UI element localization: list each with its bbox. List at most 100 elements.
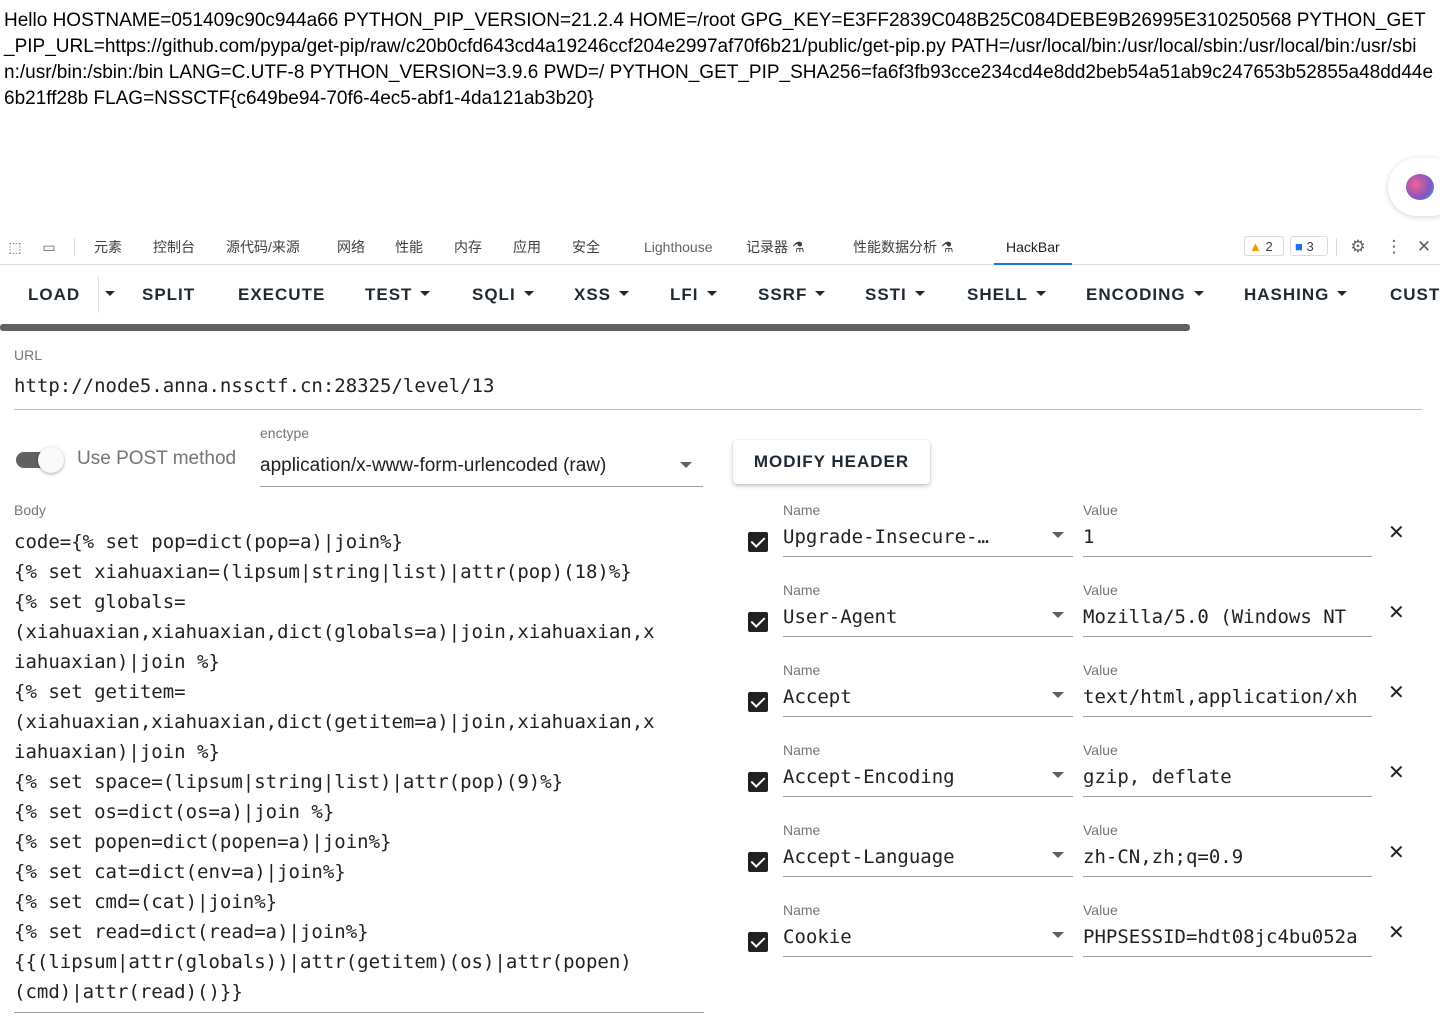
chevron-down-icon[interactable] bbox=[1052, 692, 1064, 698]
more-vertical-icon[interactable]: ⋮ bbox=[1385, 238, 1403, 256]
remove-header-icon[interactable]: ✕ bbox=[1388, 760, 1405, 785]
url-input[interactable]: http://node5.anna.nssctf.cn:28325/level/… bbox=[14, 375, 494, 397]
tab-recorder-label: 记录器 bbox=[746, 239, 788, 255]
remove-header-icon[interactable]: ✕ bbox=[1388, 920, 1405, 945]
header-value-input[interactable]: Mozilla/5.0 (Windows NT bbox=[1083, 606, 1372, 628]
header-name-underline bbox=[783, 796, 1073, 797]
chevron-down-icon bbox=[1035, 291, 1046, 297]
inspect-icon[interactable]: ⬚ bbox=[6, 238, 24, 256]
body-underline bbox=[14, 1012, 704, 1013]
close-icon[interactable]: ✕ bbox=[1415, 238, 1433, 256]
lfi-menu[interactable]: LFI bbox=[670, 285, 717, 305]
header-value-input[interactable]: text/html,application/xh bbox=[1083, 686, 1372, 708]
header-name-input[interactable]: Upgrade-Insecure-… bbox=[783, 526, 1013, 548]
device-toolbar-icon[interactable]: ▭ bbox=[40, 238, 58, 256]
header-name-label: Name bbox=[783, 582, 821, 598]
header-enabled-checkbox[interactable] bbox=[748, 932, 768, 952]
header-enabled-checkbox[interactable] bbox=[748, 852, 768, 872]
sqli-menu[interactable]: SQLI bbox=[472, 285, 534, 305]
header-value-input[interactable]: PHPSESSID=hdt08jc4bu052a bbox=[1083, 926, 1372, 948]
chevron-down-icon bbox=[1337, 291, 1348, 297]
header-value-input[interactable]: zh-CN,zh;q=0.9 bbox=[1083, 846, 1372, 868]
header-enabled-checkbox[interactable] bbox=[748, 532, 768, 552]
header-value-label: Value bbox=[1083, 822, 1118, 838]
header-name-underline bbox=[783, 876, 1073, 877]
messages-count: 3 bbox=[1306, 239, 1314, 254]
post-method-toggle[interactable] bbox=[16, 447, 64, 473]
shell-menu[interactable]: SHELL bbox=[967, 285, 1046, 305]
xss-menu-label: XSS bbox=[574, 285, 612, 304]
chevron-down-icon[interactable] bbox=[1052, 932, 1064, 938]
execute-button[interactable]: EXECUTE bbox=[238, 285, 325, 305]
modify-header-button[interactable]: MODIFY HEADER bbox=[733, 440, 930, 484]
enctype-select[interactable]: application/x-www-form-urlencoded (raw) bbox=[260, 455, 606, 477]
remove-header-icon[interactable]: ✕ bbox=[1388, 680, 1405, 705]
header-name-input[interactable]: Cookie bbox=[783, 926, 1013, 948]
header-name-label: Name bbox=[783, 822, 821, 838]
header-name-input[interactable]: User-Agent bbox=[783, 606, 1013, 628]
header-name-input[interactable]: Accept-Encoding bbox=[783, 766, 1013, 788]
header-enabled-checkbox[interactable] bbox=[748, 612, 768, 632]
chevron-down-icon[interactable] bbox=[1052, 852, 1064, 858]
tab-elements[interactable]: 元素 bbox=[94, 230, 122, 264]
enctype-underline bbox=[260, 486, 703, 487]
tab-console[interactable]: 控制台 bbox=[153, 230, 195, 264]
header-name-underline bbox=[783, 556, 1073, 557]
tab-security[interactable]: 安全 bbox=[572, 230, 600, 264]
header-value-label: Value bbox=[1083, 582, 1118, 598]
load-menu-button[interactable] bbox=[97, 285, 115, 305]
header-row: Name User-Agent Value Mozilla/5.0 (Windo… bbox=[0, 582, 1440, 662]
tab-performance-insights[interactable]: 性能数据分析 ⚗ bbox=[853, 230, 953, 264]
header-value-input[interactable]: gzip, deflate bbox=[1083, 766, 1372, 788]
tab-memory[interactable]: 内存 bbox=[454, 230, 482, 264]
url-underline bbox=[14, 409, 1422, 410]
test-menu[interactable]: TEST bbox=[365, 285, 431, 305]
extension-bubble[interactable] bbox=[1388, 158, 1440, 216]
header-enabled-checkbox[interactable] bbox=[748, 692, 768, 712]
remove-header-icon[interactable]: ✕ bbox=[1388, 520, 1405, 545]
header-row: Name Accept Value text/html,application/… bbox=[0, 662, 1440, 742]
test-menu-label: TEST bbox=[365, 285, 413, 304]
header-value-underline bbox=[1083, 796, 1372, 797]
split-button[interactable]: SPLIT bbox=[142, 285, 195, 305]
chevron-down-icon[interactable] bbox=[1052, 532, 1064, 538]
tab-sources[interactable]: 源代码/来源 bbox=[226, 230, 300, 264]
xss-menu[interactable]: XSS bbox=[574, 285, 630, 305]
tab-performance-insights-label: 性能数据分析 bbox=[853, 239, 937, 255]
header-row: Name Accept-Language Value zh-CN,zh;q=0.… bbox=[0, 822, 1440, 902]
tab-hackbar[interactable]: HackBar bbox=[994, 230, 1072, 265]
header-name-input[interactable]: Accept bbox=[783, 686, 1013, 708]
header-enabled-checkbox[interactable] bbox=[748, 772, 768, 792]
chevron-down-icon[interactable] bbox=[680, 462, 692, 468]
divider bbox=[74, 238, 75, 256]
chevron-down-icon[interactable] bbox=[1052, 772, 1064, 778]
hashing-menu[interactable]: HASHING bbox=[1244, 285, 1348, 305]
post-method-label: Use POST method bbox=[77, 448, 237, 469]
tab-recorder[interactable]: 记录器 ⚗ bbox=[746, 230, 804, 264]
header-name-underline bbox=[783, 636, 1073, 637]
remove-header-icon[interactable]: ✕ bbox=[1388, 840, 1405, 865]
tab-lighthouse[interactable]: Lighthouse bbox=[644, 230, 713, 264]
enctype-label: enctype bbox=[260, 425, 310, 441]
url-label: URL bbox=[14, 347, 43, 363]
warnings-badge[interactable]: ▲ 2 bbox=[1244, 236, 1284, 256]
messages-badge[interactable]: ■ 3 bbox=[1290, 236, 1328, 256]
chevron-down-icon bbox=[706, 291, 717, 297]
load-button[interactable]: LOAD bbox=[28, 285, 80, 305]
remove-header-icon[interactable]: ✕ bbox=[1388, 600, 1405, 625]
tab-performance[interactable]: 性能 bbox=[395, 230, 423, 264]
message-icon: ■ bbox=[1295, 239, 1303, 254]
chevron-down-icon[interactable] bbox=[1052, 612, 1064, 618]
ssrf-menu[interactable]: SSRF bbox=[758, 285, 826, 305]
tab-network[interactable]: 网络 bbox=[337, 230, 365, 264]
chevron-down-icon bbox=[523, 291, 534, 297]
custom-menu[interactable]: CUST bbox=[1390, 285, 1440, 305]
header-name-input[interactable]: Accept-Language bbox=[783, 846, 1013, 868]
ssti-menu-label: SSTI bbox=[865, 285, 907, 304]
toolbar-scrollbar[interactable] bbox=[0, 324, 1190, 331]
encoding-menu[interactable]: ENCODING bbox=[1086, 285, 1204, 305]
gear-icon[interactable]: ⚙ bbox=[1349, 238, 1367, 256]
header-value-input[interactable]: 1 bbox=[1083, 526, 1372, 548]
ssti-menu[interactable]: SSTI bbox=[865, 285, 925, 305]
tab-application[interactable]: 应用 bbox=[513, 230, 541, 264]
